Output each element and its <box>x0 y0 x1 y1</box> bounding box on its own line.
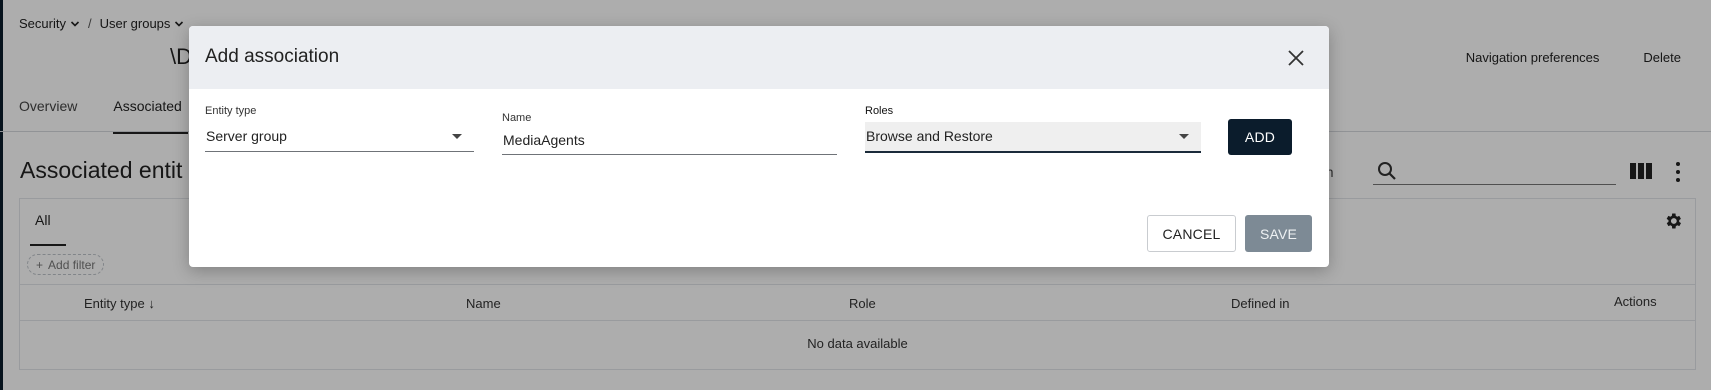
roles-value: Browse and Restore <box>866 128 993 144</box>
name-label: Name <box>502 112 532 124</box>
entity-type-select[interactable]: Entity type Server group <box>205 105 474 155</box>
add-button[interactable]: ADD <box>1228 119 1292 155</box>
caret-down-icon <box>452 134 462 139</box>
name-control[interactable]: MediaAgents <box>502 126 837 155</box>
add-association-dialog: Add association Entity type Server group… <box>189 26 1329 267</box>
entity-type-control[interactable]: Server group <box>205 122 474 152</box>
close-icon[interactable] <box>1285 47 1307 69</box>
roles-control[interactable]: Browse and Restore <box>865 122 1201 153</box>
name-value: MediaAgents <box>503 132 585 148</box>
entity-type-label: Entity type <box>205 105 257 117</box>
caret-down-icon <box>1179 134 1189 139</box>
roles-select[interactable]: Roles Browse and Restore <box>865 105 1201 155</box>
entity-type-value: Server group <box>206 128 287 144</box>
cancel-button[interactable]: CANCEL <box>1147 215 1236 252</box>
dialog-header: Add association <box>189 26 1329 89</box>
dialog-title: Add association <box>205 46 340 67</box>
name-select[interactable]: Name MediaAgents <box>502 112 837 157</box>
roles-label: Roles <box>865 105 894 117</box>
save-button[interactable]: SAVE <box>1245 215 1312 252</box>
